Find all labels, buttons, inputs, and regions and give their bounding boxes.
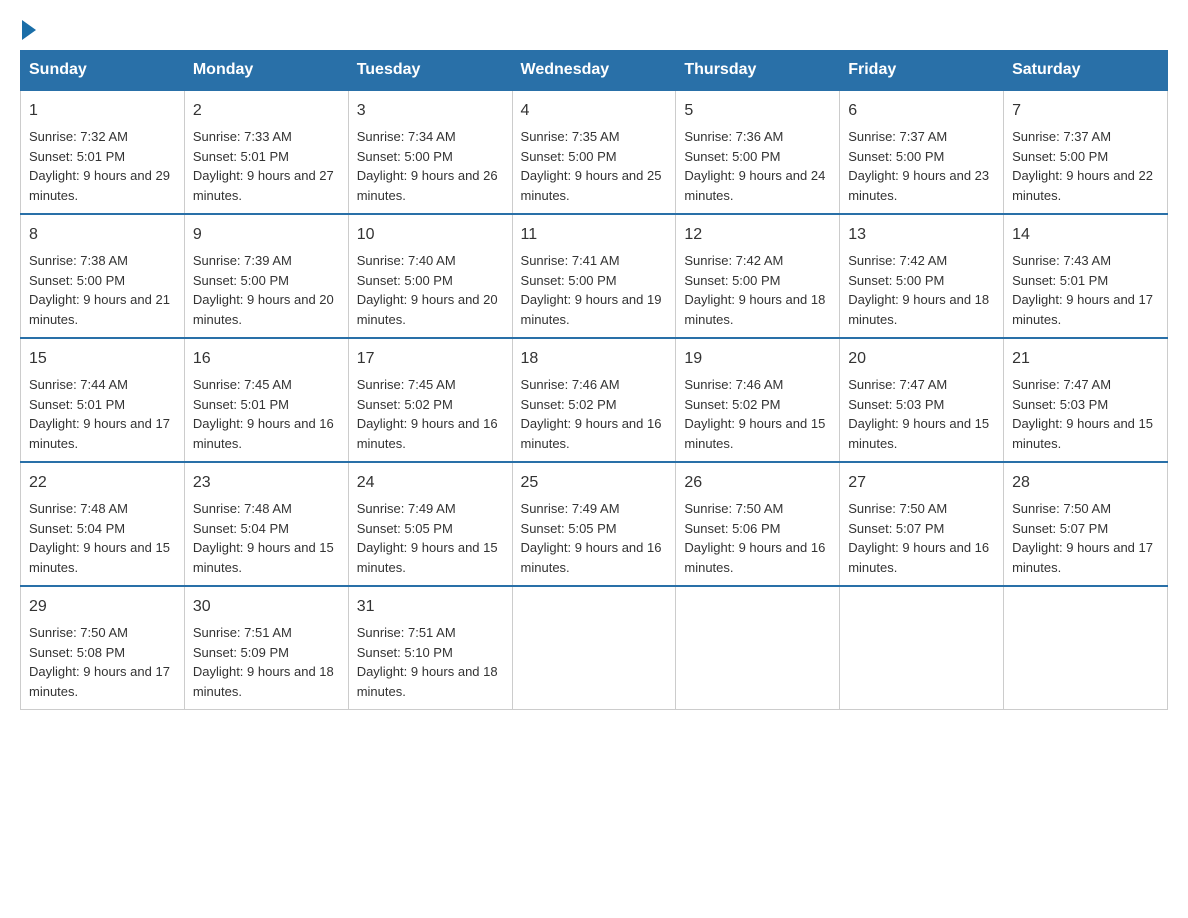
day-number: 4 — [521, 99, 668, 123]
day-number: 31 — [357, 595, 504, 619]
day-number: 11 — [521, 223, 668, 247]
calendar-cell: 2Sunrise: 7:33 AMSunset: 5:01 PMDaylight… — [184, 90, 348, 214]
header-thursday: Thursday — [676, 51, 840, 91]
calendar-cell — [512, 586, 676, 710]
header-monday: Monday — [184, 51, 348, 91]
calendar-cell: 3Sunrise: 7:34 AMSunset: 5:00 PMDaylight… — [348, 90, 512, 214]
calendar-cell: 18Sunrise: 7:46 AMSunset: 5:02 PMDayligh… — [512, 338, 676, 462]
day-number: 7 — [1012, 99, 1159, 123]
calendar-week-row: 1Sunrise: 7:32 AMSunset: 5:01 PMDaylight… — [21, 90, 1168, 214]
day-number: 28 — [1012, 471, 1159, 495]
calendar-cell: 30Sunrise: 7:51 AMSunset: 5:09 PMDayligh… — [184, 586, 348, 710]
logo — [20, 20, 36, 40]
calendar-cell — [1004, 586, 1168, 710]
calendar-cell: 4Sunrise: 7:35 AMSunset: 5:00 PMDaylight… — [512, 90, 676, 214]
calendar-cell — [840, 586, 1004, 710]
day-number: 2 — [193, 99, 340, 123]
page-header — [20, 20, 1168, 40]
calendar-cell: 24Sunrise: 7:49 AMSunset: 5:05 PMDayligh… — [348, 462, 512, 586]
calendar-cell: 27Sunrise: 7:50 AMSunset: 5:07 PMDayligh… — [840, 462, 1004, 586]
calendar-cell: 20Sunrise: 7:47 AMSunset: 5:03 PMDayligh… — [840, 338, 1004, 462]
calendar-cell: 28Sunrise: 7:50 AMSunset: 5:07 PMDayligh… — [1004, 462, 1168, 586]
header-friday: Friday — [840, 51, 1004, 91]
calendar-cell: 17Sunrise: 7:45 AMSunset: 5:02 PMDayligh… — [348, 338, 512, 462]
day-number: 26 — [684, 471, 831, 495]
day-number: 6 — [848, 99, 995, 123]
calendar-cell — [676, 586, 840, 710]
day-number: 22 — [29, 471, 176, 495]
day-number: 9 — [193, 223, 340, 247]
logo-arrow-icon — [22, 20, 36, 40]
calendar-cell: 6Sunrise: 7:37 AMSunset: 5:00 PMDaylight… — [840, 90, 1004, 214]
day-number: 12 — [684, 223, 831, 247]
calendar-cell: 13Sunrise: 7:42 AMSunset: 5:00 PMDayligh… — [840, 214, 1004, 338]
day-number: 15 — [29, 347, 176, 371]
day-number: 20 — [848, 347, 995, 371]
day-number: 10 — [357, 223, 504, 247]
calendar-cell: 19Sunrise: 7:46 AMSunset: 5:02 PMDayligh… — [676, 338, 840, 462]
day-number: 29 — [29, 595, 176, 619]
day-number: 21 — [1012, 347, 1159, 371]
calendar-cell: 16Sunrise: 7:45 AMSunset: 5:01 PMDayligh… — [184, 338, 348, 462]
calendar-cell: 12Sunrise: 7:42 AMSunset: 5:00 PMDayligh… — [676, 214, 840, 338]
calendar-cell: 8Sunrise: 7:38 AMSunset: 5:00 PMDaylight… — [21, 214, 185, 338]
day-number: 13 — [848, 223, 995, 247]
calendar-cell: 22Sunrise: 7:48 AMSunset: 5:04 PMDayligh… — [21, 462, 185, 586]
calendar-week-row: 15Sunrise: 7:44 AMSunset: 5:01 PMDayligh… — [21, 338, 1168, 462]
calendar-header: SundayMondayTuesdayWednesdayThursdayFrid… — [21, 51, 1168, 91]
calendar-cell: 10Sunrise: 7:40 AMSunset: 5:00 PMDayligh… — [348, 214, 512, 338]
header-sunday: Sunday — [21, 51, 185, 91]
header-wednesday: Wednesday — [512, 51, 676, 91]
day-number: 1 — [29, 99, 176, 123]
day-number: 23 — [193, 471, 340, 495]
calendar-cell: 31Sunrise: 7:51 AMSunset: 5:10 PMDayligh… — [348, 586, 512, 710]
day-number: 24 — [357, 471, 504, 495]
calendar-table: SundayMondayTuesdayWednesdayThursdayFrid… — [20, 50, 1168, 710]
calendar-cell: 14Sunrise: 7:43 AMSunset: 5:01 PMDayligh… — [1004, 214, 1168, 338]
calendar-cell: 15Sunrise: 7:44 AMSunset: 5:01 PMDayligh… — [21, 338, 185, 462]
day-number: 27 — [848, 471, 995, 495]
day-number: 5 — [684, 99, 831, 123]
header-saturday: Saturday — [1004, 51, 1168, 91]
header-row: SundayMondayTuesdayWednesdayThursdayFrid… — [21, 51, 1168, 91]
calendar-cell: 23Sunrise: 7:48 AMSunset: 5:04 PMDayligh… — [184, 462, 348, 586]
calendar-cell: 25Sunrise: 7:49 AMSunset: 5:05 PMDayligh… — [512, 462, 676, 586]
calendar-cell: 29Sunrise: 7:50 AMSunset: 5:08 PMDayligh… — [21, 586, 185, 710]
calendar-week-row: 22Sunrise: 7:48 AMSunset: 5:04 PMDayligh… — [21, 462, 1168, 586]
calendar-cell: 5Sunrise: 7:36 AMSunset: 5:00 PMDaylight… — [676, 90, 840, 214]
calendar-cell: 11Sunrise: 7:41 AMSunset: 5:00 PMDayligh… — [512, 214, 676, 338]
calendar-cell: 7Sunrise: 7:37 AMSunset: 5:00 PMDaylight… — [1004, 90, 1168, 214]
day-number: 25 — [521, 471, 668, 495]
calendar-week-row: 29Sunrise: 7:50 AMSunset: 5:08 PMDayligh… — [21, 586, 1168, 710]
calendar-body: 1Sunrise: 7:32 AMSunset: 5:01 PMDaylight… — [21, 90, 1168, 710]
calendar-cell: 26Sunrise: 7:50 AMSunset: 5:06 PMDayligh… — [676, 462, 840, 586]
day-number: 3 — [357, 99, 504, 123]
calendar-week-row: 8Sunrise: 7:38 AMSunset: 5:00 PMDaylight… — [21, 214, 1168, 338]
calendar-cell: 9Sunrise: 7:39 AMSunset: 5:00 PMDaylight… — [184, 214, 348, 338]
day-number: 18 — [521, 347, 668, 371]
day-number: 30 — [193, 595, 340, 619]
day-number: 14 — [1012, 223, 1159, 247]
day-number: 19 — [684, 347, 831, 371]
header-tuesday: Tuesday — [348, 51, 512, 91]
day-number: 17 — [357, 347, 504, 371]
calendar-cell: 21Sunrise: 7:47 AMSunset: 5:03 PMDayligh… — [1004, 338, 1168, 462]
day-number: 16 — [193, 347, 340, 371]
calendar-cell: 1Sunrise: 7:32 AMSunset: 5:01 PMDaylight… — [21, 90, 185, 214]
day-number: 8 — [29, 223, 176, 247]
